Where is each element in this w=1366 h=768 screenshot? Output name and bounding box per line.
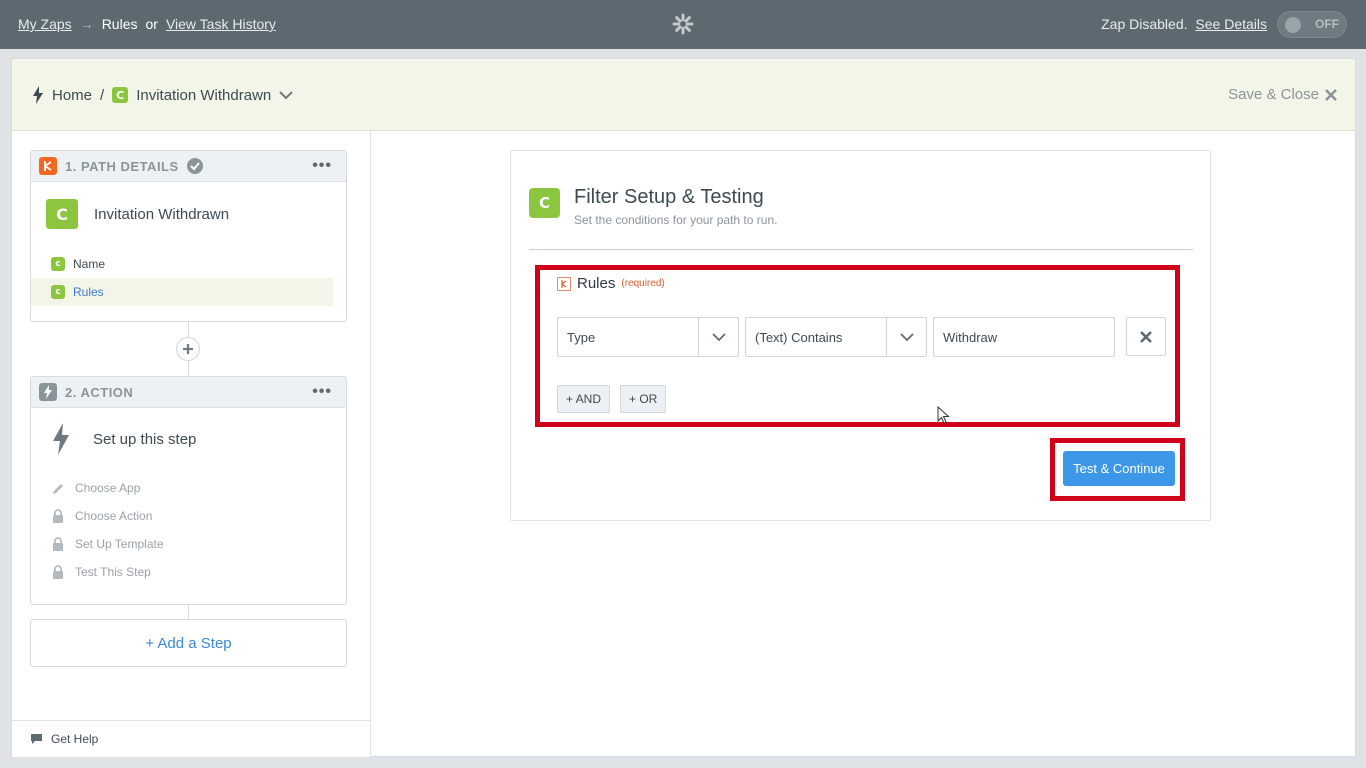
editor-shell: Home / C Invitation Withdrawn Save & Clo…: [11, 58, 1356, 757]
home-link[interactable]: Home: [52, 87, 92, 104]
rules-label: Rules: [577, 275, 616, 292]
sidebar-item-set-up-template: Set Up Template: [31, 530, 346, 558]
sidebar-item-choose-action: Choose Action: [31, 502, 346, 530]
close-icon: [1140, 330, 1152, 343]
app-badge-icon: C: [46, 199, 78, 229]
paths-icon: [557, 276, 571, 291]
zap-breadcrumb: Home / C Invitation Withdrawn: [32, 86, 293, 104]
step-menu-button[interactable]: •••: [312, 383, 332, 401]
editor-header: Home / C Invitation Withdrawn Save & Clo…: [12, 59, 1355, 131]
step-card-action[interactable]: 2. ACTION ••• Set up this step Choose Ap…: [30, 376, 347, 605]
condition-select-value: (Text) Contains: [755, 329, 843, 345]
app-badge-icon: C: [529, 188, 560, 218]
chevron-down-icon[interactable]: [886, 318, 926, 356]
chevron-down-icon[interactable]: [279, 90, 293, 100]
top-breadcrumb: My Zaps → Rules or View Task History: [18, 16, 276, 32]
bolt-icon: [33, 86, 43, 104]
step-title: Set up this step: [93, 430, 197, 448]
step-header[interactable]: 2. ACTION •••: [31, 377, 346, 408]
chevron-down-icon[interactable]: [698, 318, 738, 356]
sidebar-item-rules[interactable]: c Rules: [31, 278, 333, 306]
breadcrumb-separator: /: [100, 86, 105, 104]
sidebar-item-label: Test This Step: [75, 565, 151, 579]
rules-section: Rules (required) Type (Text) Contains Wi…: [535, 265, 1180, 427]
step-menu-button[interactable]: •••: [312, 157, 332, 175]
bolt-icon: [39, 383, 57, 401]
bolt-icon: [53, 423, 69, 455]
zap-name-dropdown[interactable]: Invitation Withdrawn: [136, 87, 271, 104]
sidebar-item-label: Name: [73, 257, 106, 271]
toggle-knob: [1285, 17, 1301, 33]
close-icon: [1325, 88, 1337, 101]
zap-status-text: Zap Disabled.: [1101, 16, 1188, 32]
sidebar-item-test-this-step: Test This Step: [31, 558, 346, 586]
app-badge-icon: c: [51, 285, 65, 299]
plus-icon: [183, 344, 193, 354]
add-step-button[interactable]: + Add a Step: [30, 619, 347, 667]
toggle-label: OFF: [1315, 17, 1339, 31]
sidebar-item-label: Choose App: [75, 481, 141, 495]
sidebar-item-label: Set Up Template: [75, 537, 164, 551]
zap-on-off-toggle[interactable]: OFF: [1277, 11, 1347, 38]
save-close-button[interactable]: Save & Close: [1228, 86, 1337, 103]
step-header-label: 1. PATH DETAILS: [65, 158, 179, 174]
my-zaps-link[interactable]: My Zaps: [18, 16, 72, 32]
get-help-button[interactable]: Get Help: [12, 720, 370, 757]
test-continue-button[interactable]: Test & Continue: [1063, 451, 1175, 486]
add-and-rule-button[interactable]: + AND: [557, 385, 611, 413]
value-input[interactable]: Withdraw: [933, 317, 1115, 357]
zapier-logo-icon[interactable]: [672, 13, 694, 35]
rules-label-row: Rules (required): [557, 275, 665, 292]
sidebar-item-name[interactable]: c Name: [31, 250, 333, 278]
mouse-cursor-icon: [937, 406, 950, 424]
step-header[interactable]: 1. PATH DETAILS •••: [31, 151, 346, 182]
cta-highlight: Test & Continue: [1050, 438, 1185, 501]
step-title-row[interactable]: Set up this step: [31, 408, 346, 470]
add-or-rule-button[interactable]: + OR: [620, 385, 667, 413]
panel-title: Filter Setup & Testing: [574, 186, 764, 208]
see-details-link[interactable]: See Details: [1195, 16, 1267, 32]
divider: [529, 249, 1193, 250]
breadcrumb-arrow: →: [79, 16, 94, 32]
or-text: or: [145, 16, 158, 32]
add-step-between-button[interactable]: [176, 337, 200, 361]
zap-status: Zap Disabled. See Details: [1101, 16, 1267, 32]
lock-icon: [53, 565, 63, 579]
lock-icon: [53, 509, 63, 523]
task-history-link[interactable]: View Task History: [166, 16, 276, 32]
sidebar-item-choose-app[interactable]: Choose App: [31, 474, 346, 502]
top-bar: My Zaps → Rules or View Task History Zap…: [0, 0, 1366, 49]
current-page-label: Rules: [101, 16, 138, 32]
app-badge-icon: c: [51, 257, 65, 271]
field-select-value: Type: [567, 329, 596, 345]
steps-sidebar: 1. PATH DETAILS ••• C Invitation Withdra…: [12, 131, 371, 757]
get-help-label: Get Help: [51, 732, 99, 746]
step-card-path-details[interactable]: 1. PATH DETAILS ••• C Invitation Withdra…: [30, 150, 347, 322]
step-header-label: 2. ACTION: [65, 384, 134, 400]
panel-subtitle: Set the conditions for your path to run.: [574, 213, 778, 227]
filter-setup-panel: C Filter Setup & Testing Set the conditi…: [510, 150, 1211, 521]
app-badge-icon: C: [112, 87, 129, 103]
step-title: Invitation Withdrawn: [94, 205, 230, 223]
chat-icon: [31, 734, 42, 744]
required-label: (required): [621, 278, 665, 289]
check-circle-icon: [186, 158, 203, 174]
remove-rule-button[interactable]: [1126, 317, 1166, 356]
sidebar-item-label: Rules: [73, 285, 104, 299]
paths-icon: [39, 157, 57, 175]
step-title-row[interactable]: C Invitation Withdrawn: [31, 182, 346, 246]
step-connector: [188, 605, 189, 619]
lock-icon: [53, 537, 63, 551]
sidebar-item-label: Choose Action: [75, 509, 153, 523]
save-close-label: Save & Close: [1228, 86, 1319, 103]
field-select[interactable]: Type: [557, 317, 739, 357]
condition-select[interactable]: (Text) Contains: [745, 317, 927, 357]
value-input-text: Withdraw: [943, 329, 998, 345]
pencil-icon: [53, 483, 63, 494]
